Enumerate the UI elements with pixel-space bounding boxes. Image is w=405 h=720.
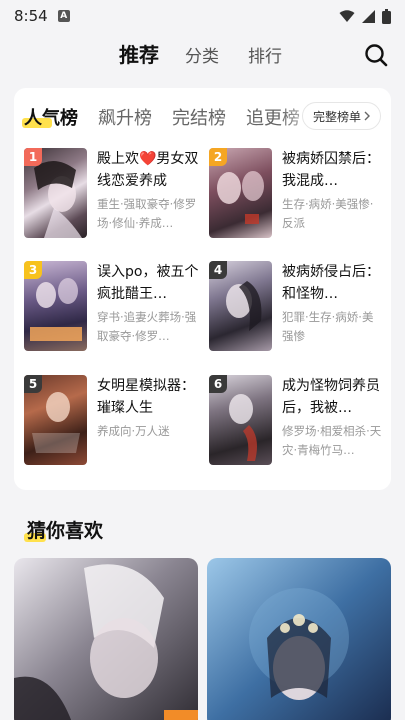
- full-list-label: 完整榜单: [312, 109, 361, 124]
- status-bar: 8:54 A: [0, 0, 405, 32]
- ranking-book[interactable]: 6 成为怪物饲养员后，我被… 修罗场·相爱相杀·天灾·青梅竹马…: [209, 375, 389, 471]
- rank-tab-rising[interactable]: 飙升榜: [98, 104, 152, 130]
- rank-tab-popular[interactable]: 人气榜: [22, 104, 78, 130]
- signal-icon: [362, 9, 375, 23]
- ranking-book[interactable]: 1 殿上欢❤️男女双线恋爱养成 重生·强取豪夺·修罗场·修仙·养成…: [24, 148, 204, 244]
- wifi-icon: [339, 9, 355, 22]
- tab-category[interactable]: 分类: [185, 42, 219, 67]
- rank-tab-completed[interactable]: 完结榜: [172, 104, 226, 130]
- section-title-label: 猜你喜欢: [27, 520, 104, 542]
- recommend-cover: [207, 558, 391, 720]
- full-list-button[interactable]: 完整榜单: [301, 102, 381, 130]
- recommend-cover: [14, 558, 198, 720]
- book-title: 成为怪物饲养员后，我被…: [282, 378, 380, 416]
- rank-badge: 6: [209, 375, 227, 393]
- book-tags: 穿书·追妻火葬场·强取豪夺·修罗…: [97, 310, 197, 343]
- book-tags: 养成向·万人迷: [97, 424, 170, 438]
- ranking-tabs: 人气榜 飙升榜 完结榜 追更榜 完整榜单: [14, 102, 391, 136]
- ranking-card: 人气榜 飙升榜 完结榜 追更榜 完整榜单 1 殿上欢❤️男女双线恋爱养成 重生·…: [14, 88, 391, 490]
- ranking-book[interactable]: 5 女明星模拟器：璀璨人生 养成向·万人迷: [24, 375, 204, 471]
- status-time: 8:54: [14, 7, 48, 25]
- chevron-right-icon: [364, 111, 370, 121]
- book-tags: 生存·病娇·美强惨·反派: [282, 197, 374, 230]
- book-tags: 犯罪·生存·病娇·美强惨: [282, 310, 374, 343]
- recommend-card[interactable]: [14, 558, 198, 720]
- book-title: 误入po，被五个疯批醋王…: [97, 264, 199, 302]
- book-title: 女明星模拟器：璀璨人生: [97, 378, 195, 416]
- book-tags: 修罗场·相爱相杀·天灾·青梅竹马…: [282, 424, 382, 457]
- book-title: 殿上欢❤️男女双线恋爱养成: [97, 151, 199, 189]
- book-title: 被病娇侵占后：和怪物…: [282, 264, 380, 302]
- rank-badge: 5: [24, 375, 42, 393]
- rank-badge: 3: [24, 261, 42, 279]
- ranking-book[interactable]: 4 被病娇侵占后：和怪物… 犯罪·生存·病娇·美强惨: [209, 261, 389, 357]
- rank-badge: 4: [209, 261, 227, 279]
- top-nav: 推荐 分类 排行: [0, 36, 405, 76]
- tab-recommend[interactable]: 推荐: [119, 39, 159, 68]
- recommend-card[interactable]: [207, 558, 391, 720]
- notification-icon: A: [57, 10, 70, 22]
- rank-badge: 1: [24, 148, 42, 166]
- book-title: 被病娇囚禁后：我混成…: [282, 151, 380, 189]
- ranking-book[interactable]: 3 误入po，被五个疯批醋王… 穿书·追妻火葬场·强取豪夺·修罗…: [24, 261, 204, 357]
- book-tags: 重生·强取豪夺·修罗场·修仙·养成…: [97, 197, 197, 230]
- section-title-guess: 猜你喜欢: [24, 516, 104, 543]
- tab-ranking[interactable]: 排行: [248, 42, 282, 67]
- rank-badge: 2: [209, 148, 227, 166]
- ranking-book[interactable]: 2 被病娇囚禁后：我混成… 生存·病娇·美强惨·反派: [209, 148, 389, 244]
- battery-icon: [382, 8, 391, 24]
- search-icon[interactable]: [363, 42, 389, 68]
- rank-tab-label: 人气榜: [24, 108, 78, 129]
